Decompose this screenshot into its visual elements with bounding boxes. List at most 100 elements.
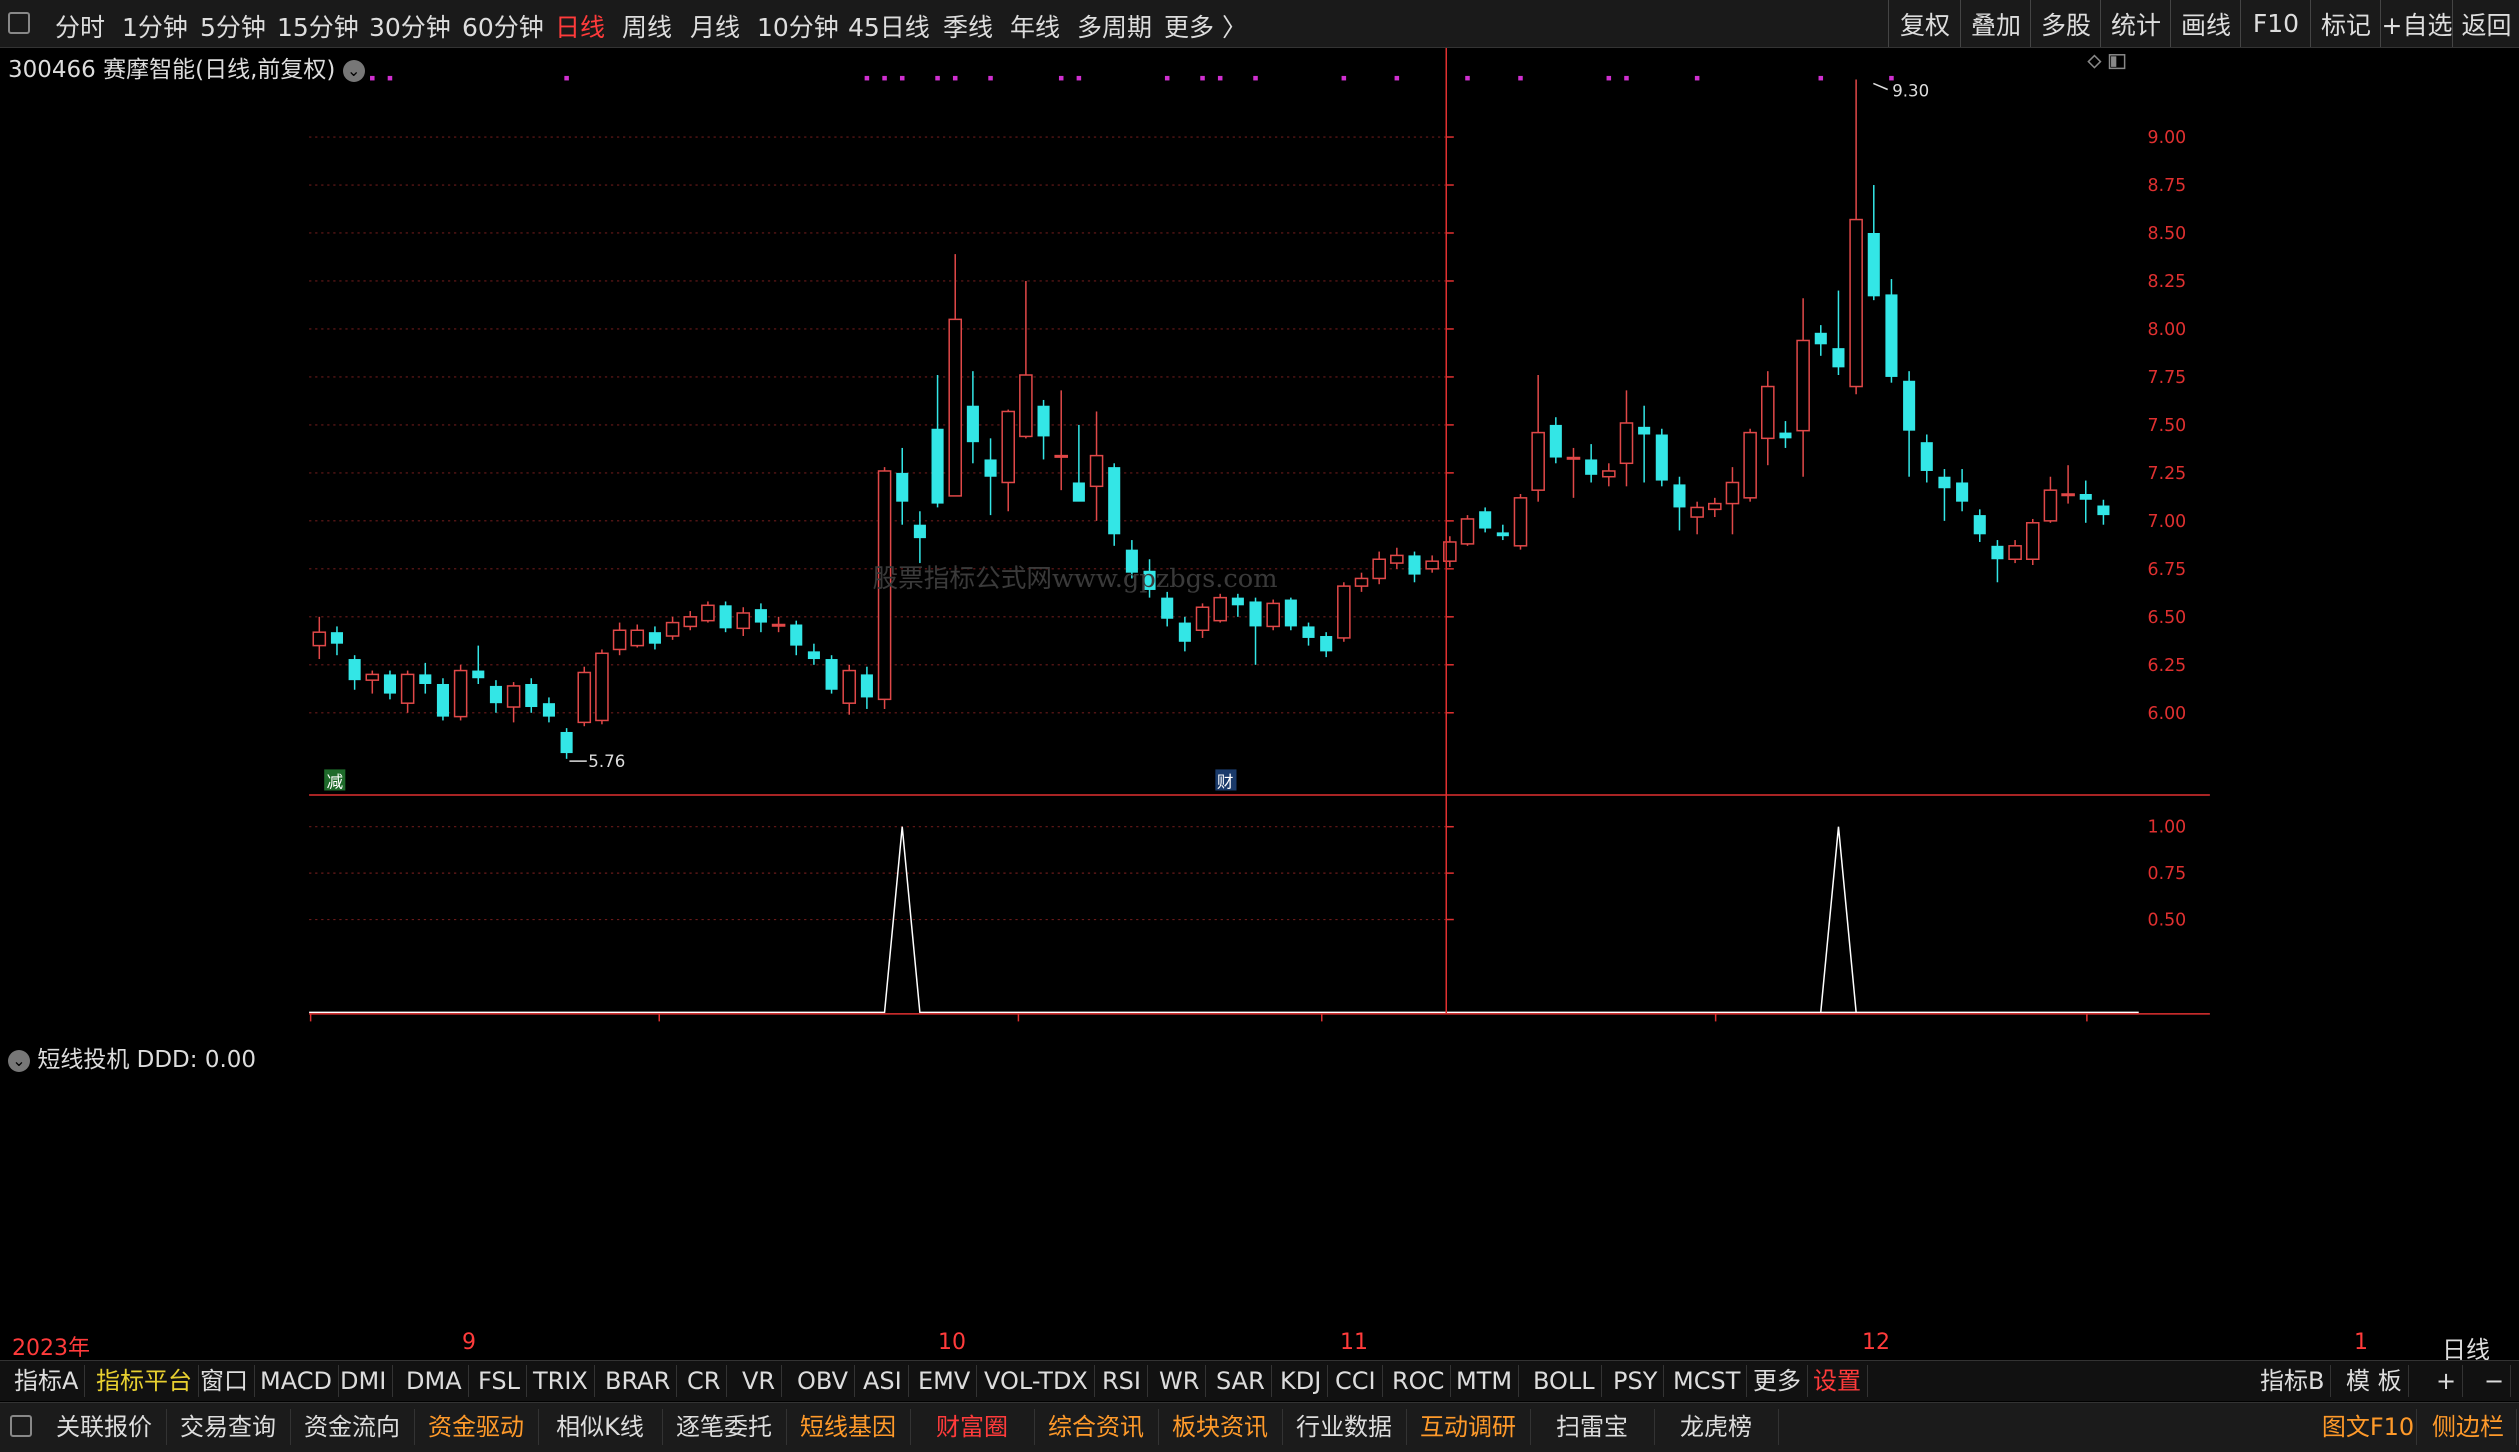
period-tab-60min[interactable]: 60分钟: [462, 8, 544, 44]
candle[interactable]: [419, 662, 432, 694]
candle[interactable]: [1566, 447, 1581, 498]
candle[interactable]: [1638, 405, 1651, 483]
overlay-button[interactable]: 叠加: [1960, 0, 2031, 47]
candle[interactable]: [330, 626, 344, 656]
candle[interactable]: [560, 728, 573, 759]
candle[interactable]: [1814, 325, 1827, 356]
indicator-tab-22[interactable]: BOLL: [1527, 1365, 1602, 1397]
candle[interactable]: [312, 616, 327, 660]
candle[interactable]: [1938, 469, 1951, 521]
restore-rights-button[interactable]: 复权: [1888, 0, 1961, 47]
candle[interactable]: [1425, 555, 1439, 573]
candle[interactable]: [1920, 434, 1933, 483]
indicator-tab-9[interactable]: CR: [681, 1365, 728, 1397]
candle[interactable]: [525, 678, 538, 713]
period-tab-daily[interactable]: 日线: [555, 8, 605, 44]
back-button[interactable]: 返回: [2452, 0, 2519, 47]
candle[interactable]: [1496, 524, 1509, 541]
period-tab-multi[interactable]: 多周期: [1077, 8, 1152, 44]
indicator-tab-17[interactable]: SAR: [1210, 1365, 1272, 1397]
function-tab-6[interactable]: 短线基因: [786, 1409, 911, 1445]
function-tab-0[interactable]: 关联报价: [42, 1409, 167, 1445]
function-tab-8[interactable]: 综合资讯: [1034, 1409, 1159, 1445]
candle[interactable]: [348, 655, 361, 690]
indicator-tab-1[interactable]: 指标平台: [90, 1365, 199, 1397]
candle[interactable]: [1037, 399, 1050, 460]
period-tab-quarterly[interactable]: 季线: [943, 8, 993, 44]
indicator-right-tab-3[interactable]: −: [2478, 1365, 2512, 1397]
candle[interactable]: [612, 622, 627, 656]
candle[interactable]: [1372, 551, 1386, 585]
candle[interactable]: [1161, 591, 1174, 627]
candle[interactable]: [1284, 597, 1297, 631]
candle[interactable]: [436, 678, 449, 721]
function-tab-1[interactable]: 交易查询: [166, 1409, 291, 1445]
period-tab-10min[interactable]: 10分钟: [757, 8, 839, 44]
f10-button[interactable]: F10: [2240, 0, 2311, 47]
indicator-tab-21[interactable]: MTM: [1450, 1365, 1520, 1397]
period-tab-5min[interactable]: 5分钟: [200, 8, 266, 44]
candle[interactable]: [1796, 298, 1810, 477]
candle[interactable]: [1673, 476, 1686, 531]
indicator-right-tab-0[interactable]: 指标B: [2254, 1365, 2332, 1397]
candle[interactable]: [383, 670, 396, 700]
candle[interactable]: [1266, 599, 1280, 631]
candle[interactable]: [719, 601, 732, 633]
candle[interactable]: [1832, 290, 1845, 376]
indicator-right-tab-2[interactable]: +: [2430, 1365, 2464, 1397]
indicator-right-tab-1[interactable]: 模 板: [2340, 1365, 2409, 1397]
candle[interactable]: [790, 620, 803, 656]
candle[interactable]: [1531, 375, 1545, 502]
function-tab-4[interactable]: 相似K线: [538, 1409, 663, 1445]
candle[interactable]: [506, 682, 521, 723]
indicator-tab-19[interactable]: CCI: [1329, 1365, 1383, 1397]
function-tab-10[interactable]: 行业数据: [1282, 1409, 1407, 1445]
statistics-button[interactable]: 统计: [2100, 0, 2171, 47]
indicator-tab-10[interactable]: VR: [736, 1365, 783, 1397]
menu-icon[interactable]: [10, 1415, 32, 1437]
indicator-tab-12[interactable]: ASI: [857, 1365, 909, 1397]
function-right-tab-0[interactable]: 图文F10: [2320, 1409, 2417, 1445]
candle[interactable]: [1867, 185, 1880, 301]
period-tab-45day[interactable]: 45日线: [848, 8, 930, 44]
indicator-tab-20[interactable]: ROC: [1386, 1365, 1452, 1397]
candle[interactable]: [984, 438, 997, 516]
candle[interactable]: [630, 624, 645, 648]
candle[interactable]: [1708, 497, 1722, 518]
period-tab-yearly[interactable]: 年线: [1010, 8, 1060, 44]
function-tab-3[interactable]: 资金驱动: [414, 1409, 539, 1445]
candle[interactable]: [1108, 463, 1121, 546]
indicator-tab-14[interactable]: VOL-TDX: [978, 1365, 1095, 1397]
function-tab-9[interactable]: 板块资讯: [1158, 1409, 1283, 1445]
indicator-tab-6[interactable]: FSL: [472, 1365, 527, 1397]
function-tab-7[interactable]: 财富圈: [910, 1409, 1035, 1445]
period-tab-1min[interactable]: 1分钟: [122, 8, 188, 44]
indicator-tab-5[interactable]: DMA: [400, 1365, 469, 1397]
candle[interactable]: [1885, 279, 1898, 383]
candle[interactable]: [931, 375, 944, 508]
candle[interactable]: [1513, 493, 1528, 550]
indicator-tab-3[interactable]: MACD: [254, 1365, 339, 1397]
candle[interactable]: [542, 697, 555, 723]
candle[interactable]: [1072, 424, 1085, 502]
candle[interactable]: [1213, 593, 1227, 623]
indicator-tab-18[interactable]: KDJ: [1274, 1365, 1329, 1397]
candle[interactable]: [2025, 518, 2040, 566]
indicator-tab-26[interactable]: 设置: [1807, 1365, 1868, 1397]
candle[interactable]: [860, 666, 873, 709]
indicator-tab-23[interactable]: PSY: [1607, 1365, 1665, 1397]
indicator-tab-2[interactable]: 窗口: [194, 1365, 255, 1397]
candle[interactable]: [365, 670, 380, 694]
candle[interactable]: [489, 680, 502, 713]
candle[interactable]: [1460, 515, 1475, 546]
period-tab-fenshi[interactable]: 分时: [55, 8, 105, 44]
candle[interactable]: [807, 643, 820, 665]
diamond-icon[interactable]: [2087, 54, 2102, 69]
candle[interactable]: [683, 611, 698, 631]
candle[interactable]: [2097, 499, 2110, 525]
candle[interactable]: [2008, 540, 2022, 564]
add-watchlist-button[interactable]: +自选: [2380, 0, 2453, 47]
candle[interactable]: [1019, 280, 1033, 439]
candle[interactable]: [771, 616, 786, 633]
kline-chart[interactable]: 9.00 8.75 8.50 8.25 8.00 7.75 7.50 7.25 7.00 6.75…: [0, 48, 2519, 1038]
